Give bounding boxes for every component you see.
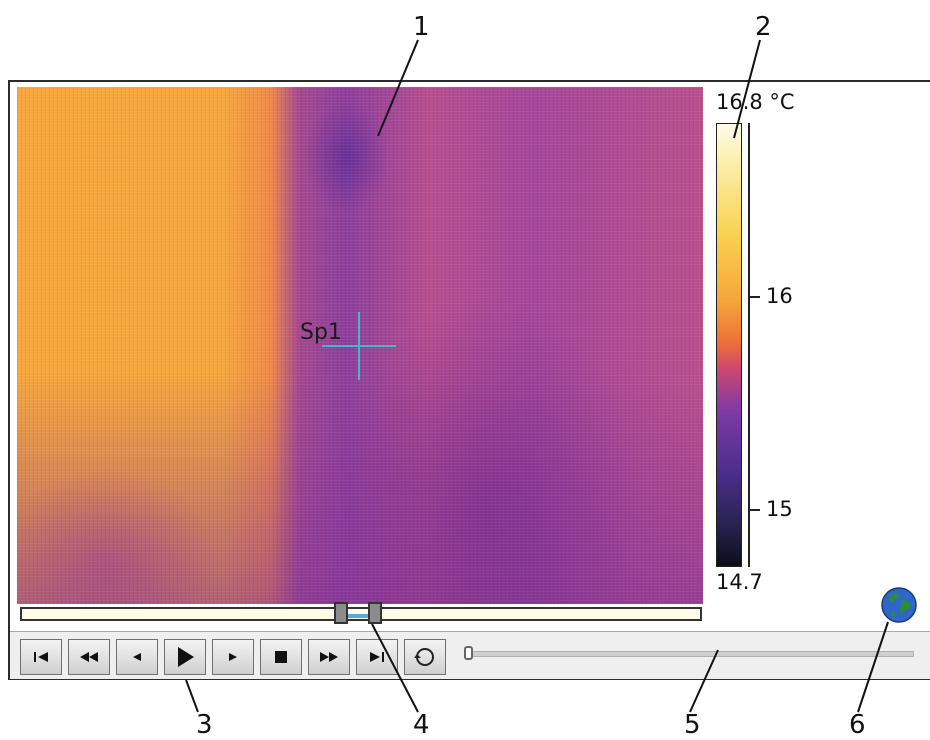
callout-3: 3: [196, 710, 213, 740]
callout-4: 4: [413, 710, 430, 740]
crosshair-icon-vertical[interactable]: [358, 312, 360, 380]
fast-rewind-button[interactable]: [68, 639, 110, 675]
globe-icon[interactable]: [881, 587, 917, 623]
timeline-end-handle[interactable]: [367, 602, 382, 624]
scale-tick-label: 16: [766, 284, 793, 308]
speed-slider-knob[interactable]: [464, 646, 473, 660]
callout-1: 1: [413, 12, 430, 42]
skip-to-start-button[interactable]: [20, 639, 62, 675]
colorbar-axis: [748, 123, 750, 567]
step-forward-button[interactable]: [212, 639, 254, 675]
scale-max-label: 16.8 °C: [716, 90, 795, 114]
temperature-colorbar: [716, 123, 742, 567]
callout-5: 5: [684, 710, 701, 740]
step-forward-icon: [229, 653, 237, 661]
skip-to-end-icon: [370, 652, 384, 662]
step-back-icon: [133, 653, 141, 661]
fast-rewind-icon: [80, 652, 98, 662]
callout-6: 6: [849, 710, 866, 740]
stop-icon: [275, 651, 287, 663]
step-back-button[interactable]: [116, 639, 158, 675]
loop-button[interactable]: [404, 639, 446, 675]
play-button[interactable]: [164, 639, 206, 675]
callout-2: 2: [755, 12, 772, 42]
scale-min-label: 14.7: [716, 570, 763, 594]
skip-to-start-icon: [34, 652, 48, 662]
fast-forward-icon: [320, 652, 338, 662]
fast-forward-button[interactable]: [308, 639, 350, 675]
play-icon: [178, 647, 194, 667]
spot-label: Sp1: [300, 320, 342, 345]
scale-tick: [750, 296, 760, 298]
timeline-bar[interactable]: [20, 602, 702, 624]
speed-slider-track[interactable]: [466, 651, 914, 657]
skip-to-end-button[interactable]: [356, 639, 398, 675]
timeline-start-handle[interactable]: [333, 602, 348, 624]
scale-tick-label: 15: [766, 497, 793, 521]
scale-tick: [750, 509, 760, 511]
loop-icon: [414, 648, 434, 666]
stop-button[interactable]: [260, 639, 302, 675]
